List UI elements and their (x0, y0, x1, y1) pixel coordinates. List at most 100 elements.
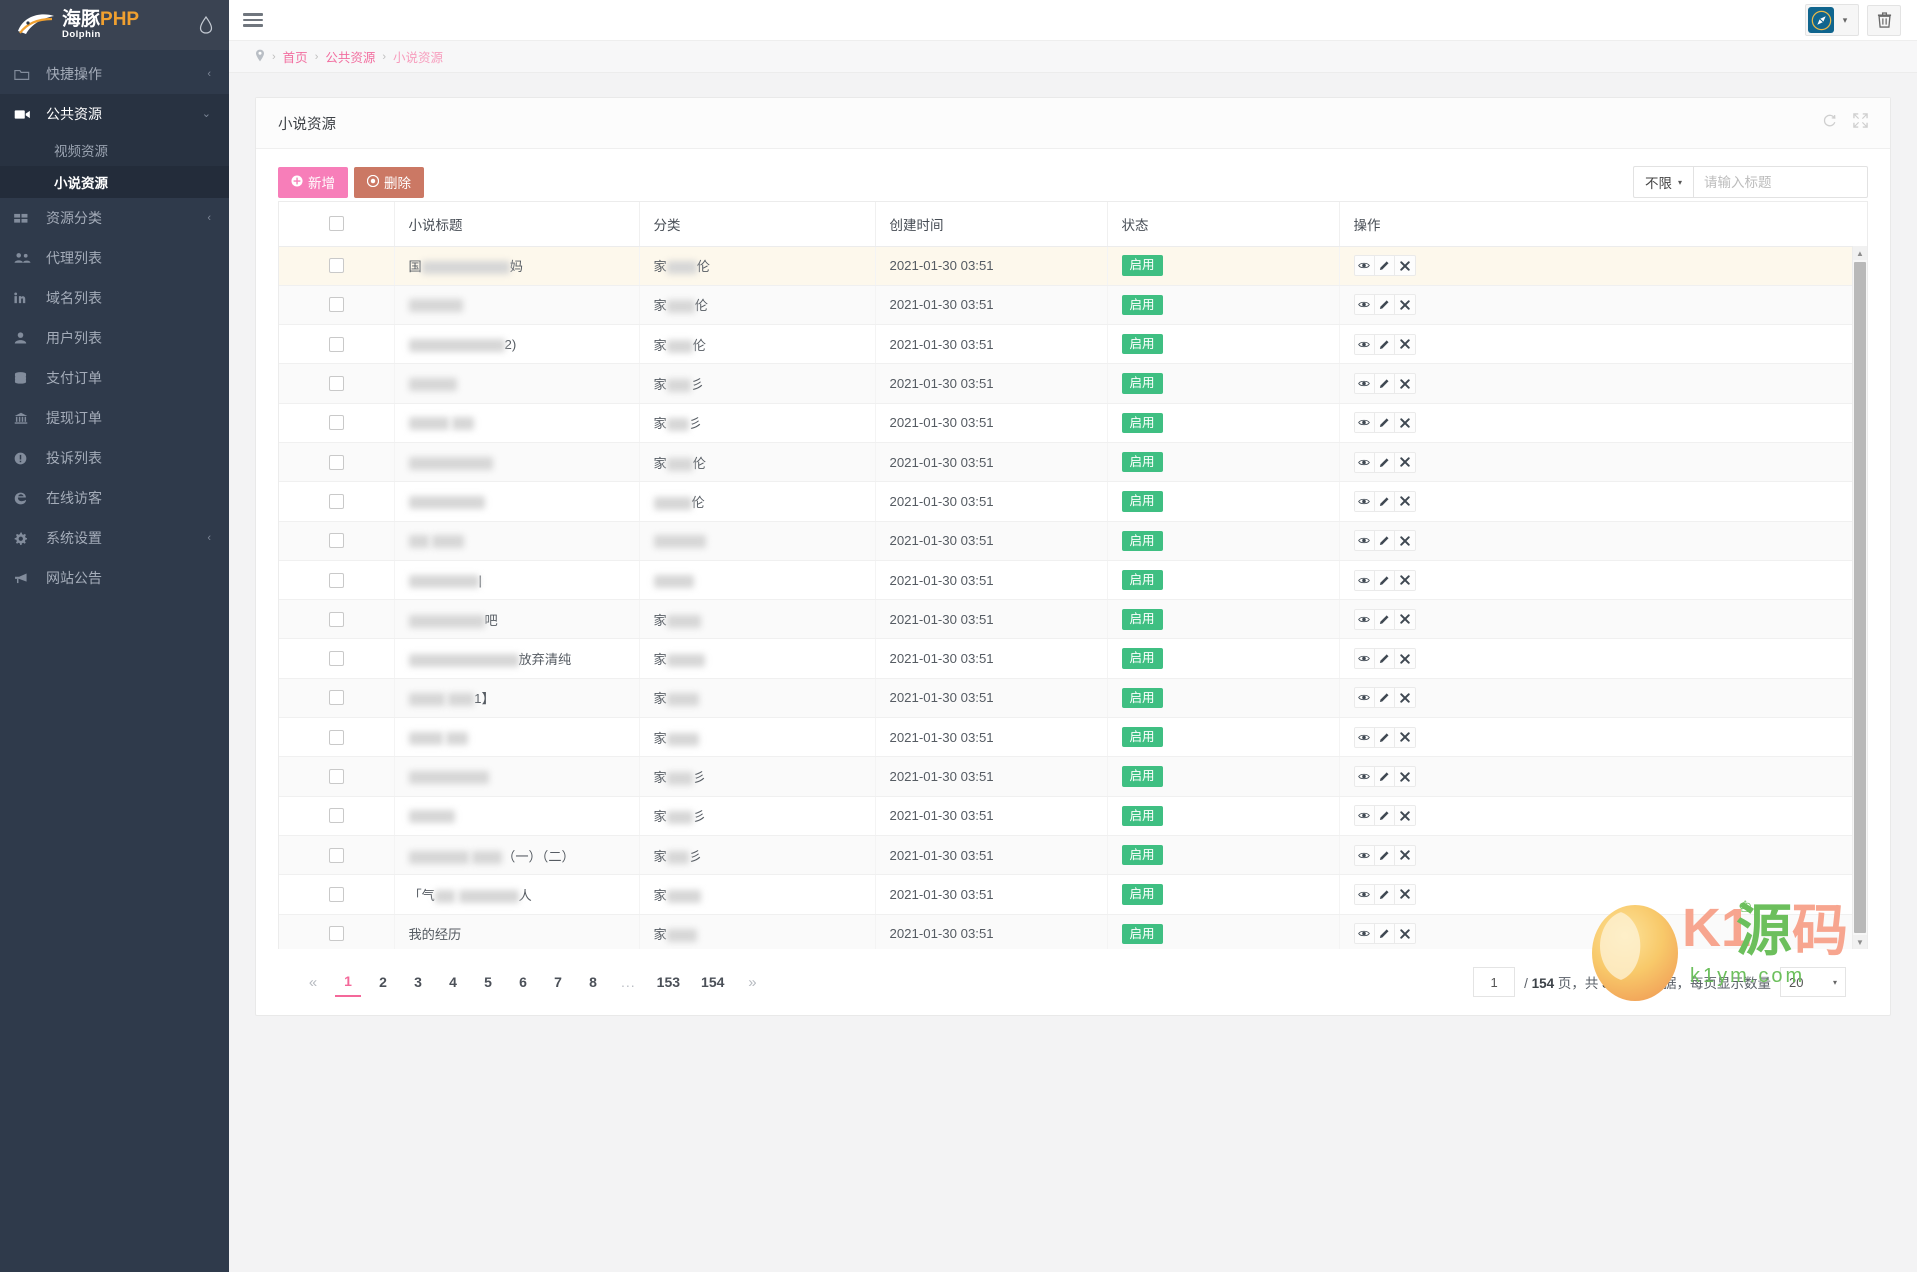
pagination-page-6[interactable]: 6 (510, 967, 536, 997)
pencil-icon[interactable] (1375, 728, 1395, 747)
close-x-icon[interactable] (1395, 688, 1415, 707)
close-x-icon[interactable] (1395, 924, 1415, 943)
sidebar-item-投诉列表[interactable]: 投诉列表 (0, 438, 229, 478)
pencil-icon[interactable] (1375, 413, 1395, 432)
sidebar-item-网站公告[interactable]: 网站公告 (0, 558, 229, 598)
row-checkbox[interactable] (329, 258, 344, 273)
sidebar-item-系统设置[interactable]: 系统设置 ‹ (0, 518, 229, 558)
row-checkbox[interactable] (329, 612, 344, 627)
search-input[interactable] (1693, 166, 1868, 198)
row-checkbox[interactable] (329, 494, 344, 509)
user-menu[interactable]: ▾ (1805, 4, 1859, 36)
close-x-icon[interactable] (1395, 846, 1415, 865)
breadcrumb-item-home[interactable]: 首页 (283, 47, 308, 66)
close-x-icon[interactable] (1395, 492, 1415, 511)
row-checkbox[interactable] (329, 769, 344, 784)
page-size-select[interactable]: 20 ▾ (1780, 967, 1846, 997)
pagination-page-7[interactable]: 7 (545, 967, 571, 997)
scrollbar-thumb[interactable] (1854, 262, 1866, 933)
trash-icon[interactable] (1867, 5, 1901, 36)
pencil-icon[interactable] (1375, 688, 1395, 707)
close-x-icon[interactable] (1395, 413, 1415, 432)
pagination-next[interactable]: » (739, 967, 765, 997)
table-row[interactable]: 家彡 2021-01-30 03:51 启用 (279, 403, 1867, 442)
row-checkbox[interactable] (329, 337, 344, 352)
eye-icon[interactable] (1355, 492, 1375, 511)
pagination-page-154[interactable]: 154 (695, 967, 730, 997)
close-x-icon[interactable] (1395, 767, 1415, 786)
table-row[interactable]: 放弃清纯 家 2021-01-30 03:51 启用 (279, 639, 1867, 678)
row-checkbox[interactable] (329, 730, 344, 745)
table-row[interactable]: 吧 家 2021-01-30 03:51 启用 (279, 600, 1867, 639)
fullscreen-icon[interactable] (1853, 113, 1868, 133)
row-checkbox[interactable] (329, 926, 344, 941)
table-row[interactable]: | 2021-01-30 03:51 启用 (279, 560, 1867, 599)
column-title[interactable]: 小说标题 (394, 202, 639, 246)
sidebar-item-快捷操作[interactable]: 快捷操作 ‹ (0, 54, 229, 94)
row-checkbox[interactable] (329, 573, 344, 588)
table-row[interactable]: 家 2021-01-30 03:51 启用 (279, 718, 1867, 757)
eye-icon[interactable] (1355, 885, 1375, 904)
close-x-icon[interactable] (1395, 649, 1415, 668)
pagination-page-153[interactable]: 153 (651, 967, 686, 997)
pagination-page-3[interactable]: 3 (405, 967, 431, 997)
table-vertical-scrollbar[interactable]: ▲ ▼ (1852, 246, 1867, 949)
table-row[interactable]: 2021-01-30 03:51 启用 (279, 521, 1867, 560)
eye-icon[interactable] (1355, 256, 1375, 275)
sidebar-item-提现订单[interactable]: 提现订单 (0, 398, 229, 438)
close-x-icon[interactable] (1395, 806, 1415, 825)
eye-icon[interactable] (1355, 767, 1375, 786)
eye-icon[interactable] (1355, 610, 1375, 629)
column-created-time[interactable]: 创建时间 (875, 202, 1107, 246)
filter-select[interactable]: 不限 ▾ (1633, 166, 1693, 198)
table-row[interactable]: 伦 2021-01-30 03:51 启用 (279, 482, 1867, 521)
pagination-page-5[interactable]: 5 (475, 967, 501, 997)
refresh-icon[interactable] (1822, 113, 1837, 133)
sidebar-item-公共资源[interactable]: 公共资源 ⌄ (0, 94, 229, 134)
close-x-icon[interactable] (1395, 295, 1415, 314)
scroll-up-arrow-icon[interactable]: ▲ (1853, 246, 1867, 260)
pencil-icon[interactable] (1375, 885, 1395, 904)
table-row[interactable]: 1】 家 2021-01-30 03:51 启用 (279, 678, 1867, 717)
row-checkbox[interactable] (329, 533, 344, 548)
sidebar-item-资源分类[interactable]: 资源分类 ‹ (0, 198, 229, 238)
eye-icon[interactable] (1355, 335, 1375, 354)
chevron-down-icon[interactable]: ▾ (1834, 15, 1856, 26)
scroll-down-arrow-icon[interactable]: ▼ (1853, 935, 1867, 949)
brand-logo[interactable]: 海豚PHP Dolphin (0, 0, 229, 50)
table-row[interactable]: 我的经历 家 2021-01-30 03:51 启用 (279, 914, 1867, 949)
row-checkbox[interactable] (329, 887, 344, 902)
pencil-icon[interactable] (1375, 610, 1395, 629)
table-row[interactable]: 家伦 2021-01-30 03:51 启用 (279, 285, 1867, 324)
hamburger-icon[interactable] (243, 13, 263, 27)
eye-icon[interactable] (1355, 688, 1375, 707)
pencil-icon[interactable] (1375, 492, 1395, 511)
close-x-icon[interactable] (1395, 885, 1415, 904)
water-drop-icon[interactable] (199, 16, 213, 34)
table-row[interactable]: 家彡 2021-01-30 03:51 启用 (279, 364, 1867, 403)
sidebar-item-视频资源[interactable]: 视频资源 (0, 134, 229, 166)
sidebar-item-域名列表[interactable]: 域名列表 (0, 278, 229, 318)
row-checkbox[interactable] (329, 376, 344, 391)
row-checkbox[interactable] (329, 297, 344, 312)
pagination-page-8[interactable]: 8 (580, 967, 606, 997)
sidebar-item-小说资源[interactable]: 小说资源 (0, 166, 229, 198)
pagination-page-1[interactable]: 1 (335, 967, 361, 997)
pencil-icon[interactable] (1375, 571, 1395, 590)
eye-icon[interactable] (1355, 728, 1375, 747)
eye-icon[interactable] (1355, 571, 1375, 590)
row-checkbox[interactable] (329, 651, 344, 666)
column-category[interactable]: 分类 (639, 202, 875, 246)
close-x-icon[interactable] (1395, 374, 1415, 393)
close-x-icon[interactable] (1395, 610, 1415, 629)
pencil-icon[interactable] (1375, 531, 1395, 550)
pencil-icon[interactable] (1375, 846, 1395, 865)
delete-button[interactable]: 删除 (354, 167, 424, 198)
table-row[interactable]: 国妈 家伦 2021-01-30 03:51 启用 (279, 246, 1867, 285)
pencil-icon[interactable] (1375, 806, 1395, 825)
pagination-page-4[interactable]: 4 (440, 967, 466, 997)
eye-icon[interactable] (1355, 806, 1375, 825)
eye-icon[interactable] (1355, 295, 1375, 314)
pencil-icon[interactable] (1375, 767, 1395, 786)
sidebar-item-用户列表[interactable]: 用户列表 (0, 318, 229, 358)
